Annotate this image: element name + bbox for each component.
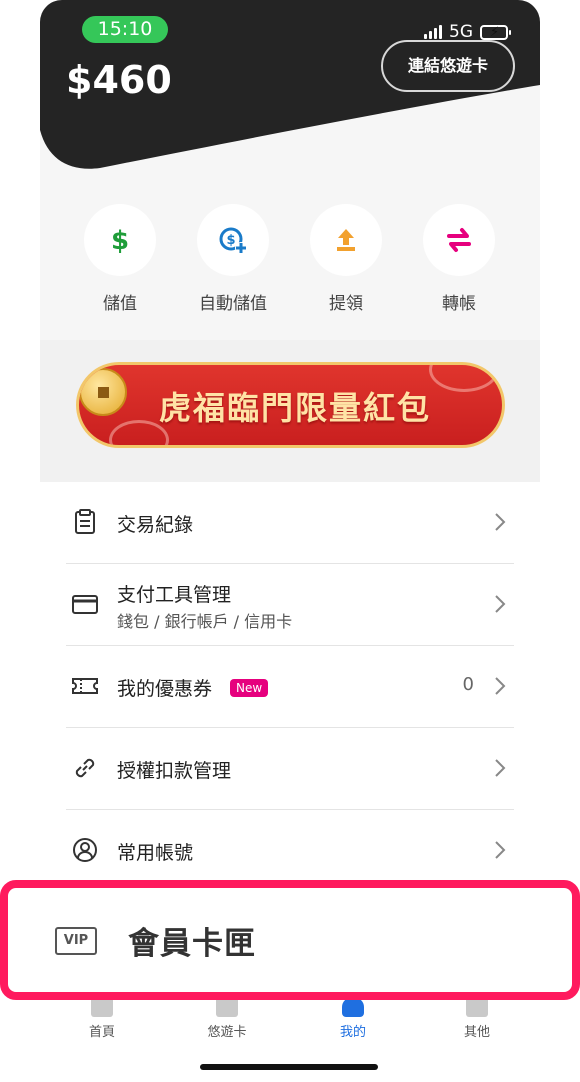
svg-text:$: $ [226,233,235,248]
nav-card[interactable]: 悠遊卡 [187,997,267,1040]
quick-actions: $ 儲值 $ 自動儲值 提領 轉帳 [40,204,540,324]
card-icon [216,997,238,1017]
action-label: 提領 [329,294,363,314]
menu-subtitle: 錢包 / 銀行帳戶 / 信用卡 [117,612,293,631]
menu-title: 常用帳號 [117,842,194,864]
home-icon [91,997,113,1017]
status-indicators: 5G ⚡ [424,22,511,42]
action-transfer[interactable]: 轉帳 [409,204,509,314]
nav-other[interactable]: 其他 [437,997,517,1040]
grid-icon [466,997,488,1017]
member-card-wallet-label: 會員卡匣 [128,926,256,962]
menu-item-authorized-debit[interactable]: 授權扣款管理 [66,728,514,810]
menu-title-text: 我的優惠券 [117,678,213,700]
action-auto-topup[interactable]: $ 自動儲值 [183,204,283,314]
network-label: 5G [449,22,473,42]
nav-home[interactable]: 首頁 [62,997,142,1040]
chevron-right-icon [495,841,506,859]
member-card-wallet-highlight[interactable]: VIP 會員卡匣 [0,880,580,1000]
nav-label: 首頁 [88,1025,115,1040]
promo-banner-text: 虎福臨門限量紅包 [159,389,432,427]
coin-icon [79,368,127,416]
chevron-right-icon [495,513,506,531]
nav-profile[interactable]: 我的 [313,997,393,1040]
signal-icon [424,25,442,39]
coupon-icon [72,678,98,694]
nav-label: 悠遊卡 [207,1025,247,1040]
menu-item-payment-tools[interactable]: 支付工具管理 錢包 / 銀行帳戶 / 信用卡 [66,564,514,646]
withdraw-icon [310,204,382,276]
menu-item-transactions[interactable]: 交易紀錄 [66,482,514,564]
menu-title: 授權扣款管理 [117,760,232,782]
home-indicator [200,1064,378,1070]
chevron-right-icon [495,677,506,695]
link-icon [75,758,95,778]
menu-title: 交易紀錄 [117,514,194,536]
cloud-decoration [429,365,499,392]
user-circle-icon [73,838,97,862]
vip-icon: VIP [55,927,97,955]
action-label: 轉帳 [442,294,476,314]
coupon-count: 0 [462,674,474,695]
credit-card-icon [72,595,98,614]
menu-item-coupons[interactable]: 我的優惠券 New 0 [66,646,514,728]
action-topup[interactable]: $ 儲值 [70,204,170,314]
menu-title: 支付工具管理 [117,584,232,606]
action-withdraw[interactable]: 提領 [296,204,396,314]
action-label: 自動儲值 [199,294,267,314]
auto-topup-icon: $ [197,204,269,276]
status-time: 15:10 [82,16,168,43]
nav-label: 我的 [339,1025,366,1040]
svg-text:$: $ [111,226,129,255]
menu-title: 我的優惠券 New [117,674,269,701]
nav-label: 其他 [463,1025,490,1040]
promo-area: 虎福臨門限量紅包 [40,340,540,482]
clipboard-icon [75,509,95,534]
promo-banner[interactable]: 虎福臨門限量紅包 [76,362,505,448]
wallet-balance: $460 [66,58,172,102]
link-card-button[interactable]: 連結悠遊卡 [381,40,515,92]
chevron-right-icon [495,595,506,613]
new-badge: New [230,679,269,697]
transfer-icon [423,204,495,276]
profile-icon [342,997,364,1017]
dollar-icon: $ [84,204,156,276]
action-label: 儲值 [103,294,137,314]
battery-icon: ⚡ [480,24,511,40]
chevron-right-icon [495,759,506,777]
